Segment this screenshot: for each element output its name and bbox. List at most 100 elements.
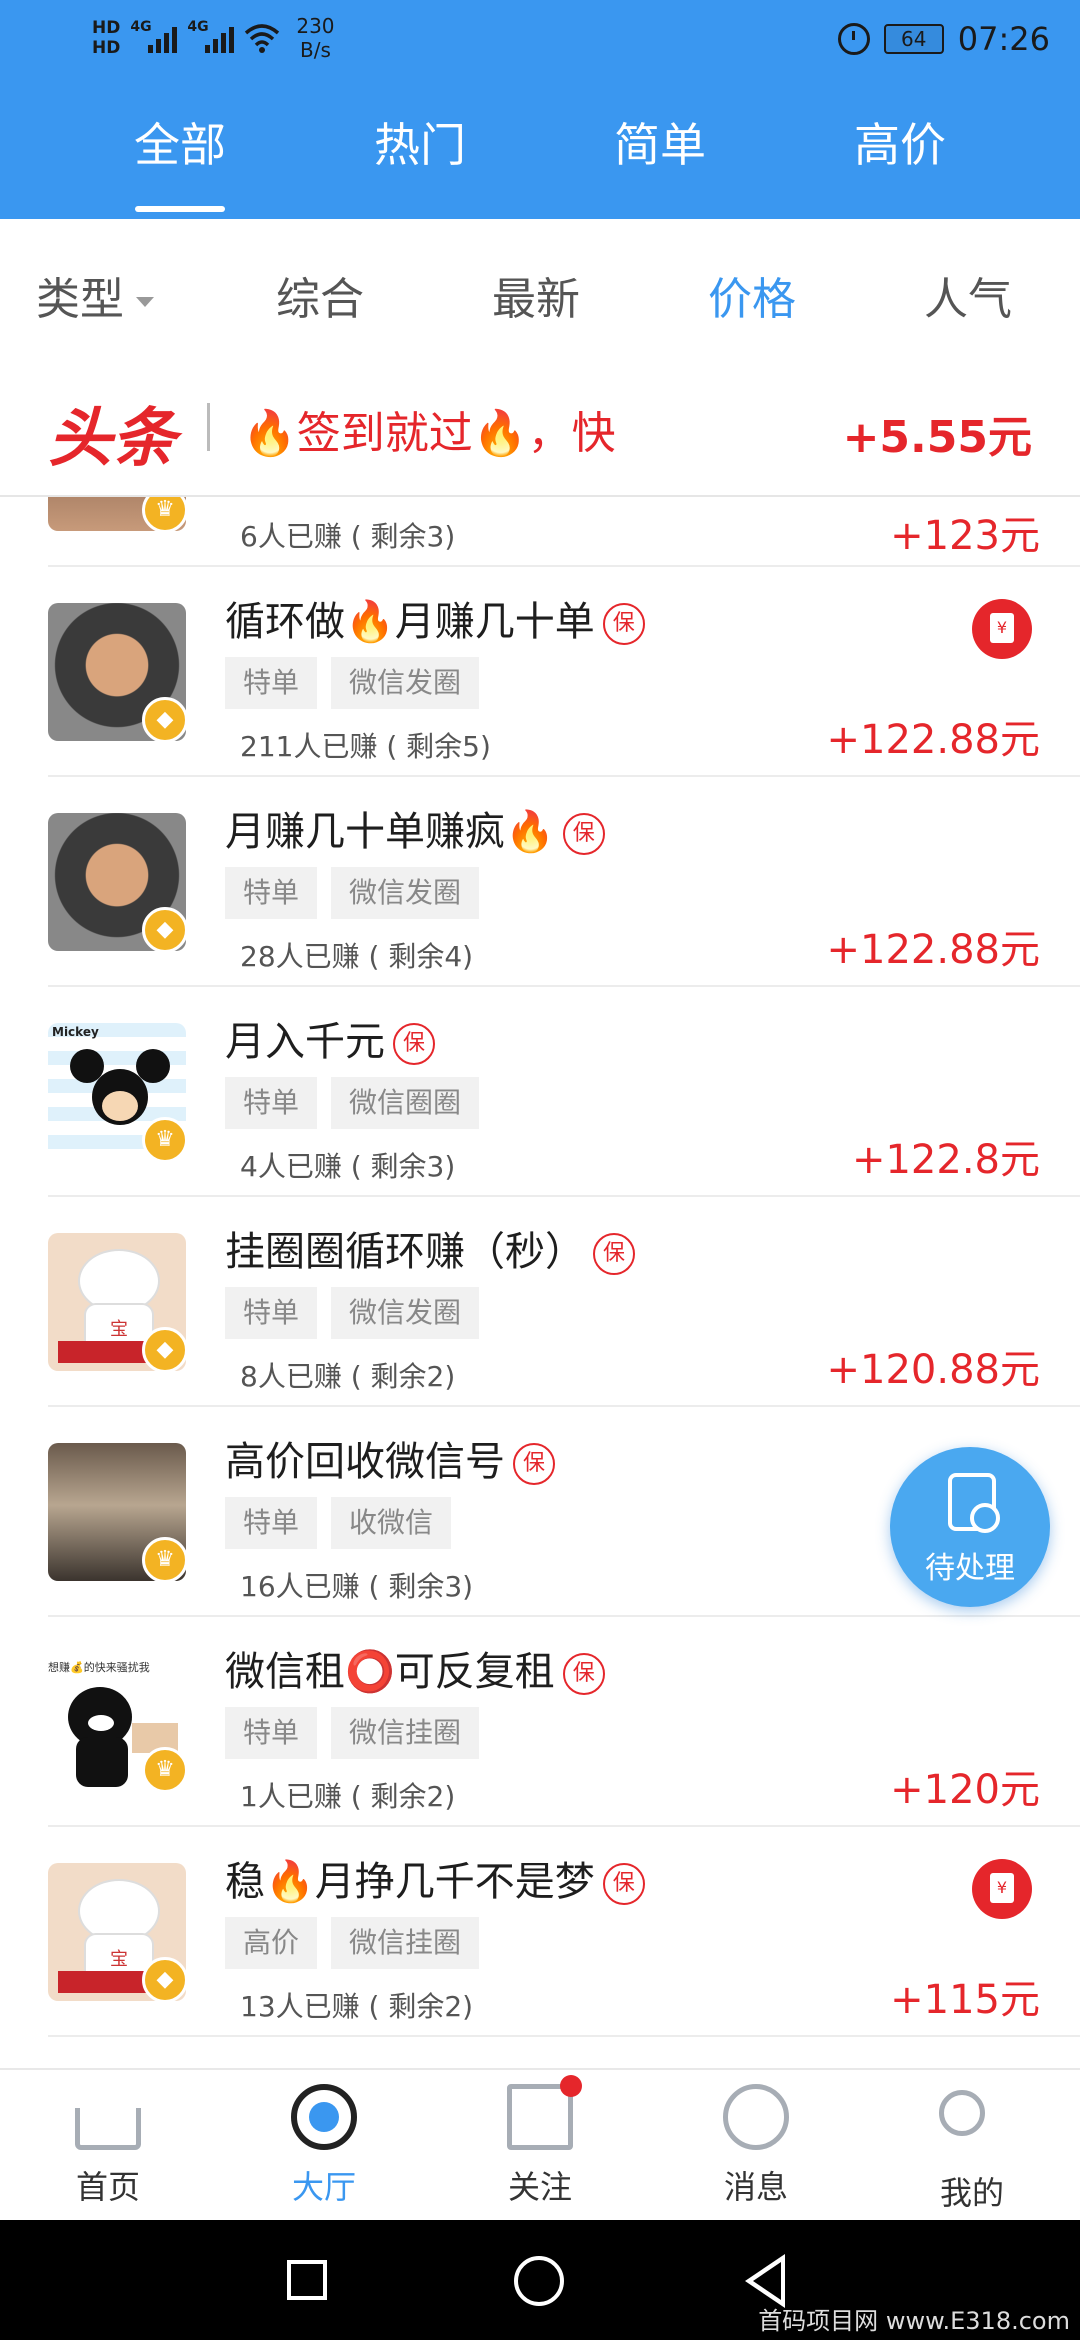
task-title-text: 月赚几十单赚疯🔥: [225, 809, 555, 855]
task-tags: 特单 微信圈圈: [225, 1077, 480, 1129]
task-row[interactable]: 想赚💰的快来骚扰我 ♛ 微信租⭕可反复租保 特单 微信挂圈 1人已赚 ( 剩余2…: [0, 1617, 1080, 1827]
back-triangle-icon[interactable]: [745, 2254, 785, 2308]
task-row[interactable]: 宝 ◆ 挂圈圈循环赚（秒）保 特单 微信发圈 8人已赚 ( 剩余2) +120.…: [0, 1197, 1080, 1407]
nav-profile[interactable]: 我的: [892, 2084, 1052, 2214]
hd1-label: HD: [92, 18, 121, 38]
toutiao-logo: 头条: [48, 402, 176, 476]
app-header: HD HD 4G 4G 230 B/s 64 07:26 全部 热门 简单 高价: [0, 0, 1080, 219]
guarantee-icon: 保: [562, 1653, 605, 1695]
hd-indicators: HD HD: [92, 18, 120, 58]
hd2-label: HD: [92, 38, 121, 58]
wifi-icon: [245, 24, 280, 53]
tab-high-price[interactable]: 高价: [810, 110, 990, 180]
category-tabs: 全部 热门 简单 高价: [0, 110, 1080, 220]
task-price: +120元: [890, 1767, 1040, 1813]
task-row[interactable]: 宝 ◆ 稳🔥月挣几千不是梦保 高价 微信挂圈 13人已赚 ( 剩余2) +115…: [0, 1827, 1080, 2037]
recent-apps-icon[interactable]: [287, 2260, 327, 2300]
task-title: 循环做🔥月赚几十单保: [225, 589, 645, 647]
task-row[interactable]: ◆ 循环做🔥月赚几十单保 特单 微信发圈 211人已赚 ( 剩余5) +122.…: [0, 567, 1080, 777]
task-title-text: 稳🔥月挣几千不是梦: [225, 1859, 595, 1905]
sort-popularity[interactable]: 人气: [924, 263, 1012, 327]
banner-divider: [207, 403, 210, 451]
system-nav-bar: 首码项目网 www.E318.com: [0, 2220, 1080, 2340]
task-tag: 微信发圈: [331, 657, 480, 709]
nav-hall[interactable]: 大厅: [244, 2084, 404, 2208]
banner-amount: +5.55元: [842, 412, 1032, 463]
speed-unit: B/s: [299, 38, 331, 62]
task-tags: 特单 微信发圈: [225, 867, 480, 919]
tab-simple[interactable]: 简单: [570, 110, 750, 180]
tab-all[interactable]: 全部: [90, 110, 270, 212]
alarm-icon: [837, 23, 870, 55]
sort-comprehensive[interactable]: 综合: [276, 263, 364, 327]
task-tag: 收微信: [331, 1497, 452, 1549]
bottom-nav: 首页 大厅 关注 消息 我的: [0, 2068, 1080, 2222]
task-title-text: 微信租⭕可反复租: [225, 1649, 555, 1695]
guarantee-icon: 保: [393, 1023, 435, 1065]
task-row[interactable]: Mickey ♛ 月入千元保 特单 微信圈圈 4人已赚 ( 剩余3) +122.…: [0, 987, 1080, 1197]
task-tags: 高价 微信挂圈: [225, 1917, 480, 1969]
red-envelope-icon: [972, 1859, 1032, 1919]
notification-dot: [560, 2075, 582, 2097]
task-tag: 微信发圈: [331, 1287, 480, 1339]
task-tag: 微信挂圈: [331, 1917, 480, 1969]
task-row[interactable]: ◆ 月赚几十单赚疯🔥 保 特单 微信发圈 28人已赚 ( 剩余4) +122.88…: [0, 777, 1080, 987]
task-price: +120.88元: [826, 1347, 1040, 1393]
hall-icon: [291, 2084, 357, 2150]
nav-follow[interactable]: 关注: [460, 2075, 620, 2208]
task-title: 月入千元保: [225, 1009, 435, 1067]
task-title: 高价回收微信号保: [225, 1429, 555, 1487]
tab-all-label: 全部: [134, 118, 226, 172]
watermark: 首码项目网 www.E318.com: [758, 2307, 1070, 2335]
guarantee-icon: 保: [593, 1233, 635, 1275]
promo-banner[interactable]: 头条 🔥签到就过🔥，快 +5.55元: [0, 357, 1080, 497]
nav-follow-label: 关注: [507, 2168, 572, 2206]
message-icon: [723, 2084, 789, 2150]
task-tag: 特单: [225, 1287, 318, 1339]
task-tag: 高价: [225, 1917, 318, 1969]
diamond-badge-icon: ◆: [142, 697, 188, 743]
tab-simple-label: 简单: [614, 118, 706, 172]
crown-badge-icon: ♛: [142, 1747, 188, 1793]
task-earned: 13人已赚 ( 剩余2): [240, 1990, 474, 2023]
task-title-text: 高价回收微信号: [225, 1439, 505, 1485]
home-circle-icon[interactable]: [514, 2256, 564, 2306]
nav-home[interactable]: 首页: [28, 2084, 188, 2208]
tab-hot-label: 热门: [374, 118, 466, 172]
type-dropdown[interactable]: 类型: [36, 263, 154, 327]
task-title: 微信租⭕可反复租保: [225, 1639, 605, 1697]
task-title-text: 挂圈圈循环赚（秒）: [225, 1229, 585, 1275]
sort-price[interactable]: 价格: [708, 263, 796, 327]
task-tag: 微信挂圈: [331, 1707, 480, 1759]
sort-newest-label: 最新: [492, 274, 580, 325]
task-earned: 8人已赚 ( 剩余2): [240, 1360, 456, 1393]
task-earned: 211人已赚 ( 剩余5): [240, 730, 491, 763]
diamond-badge-icon: ◆: [142, 907, 188, 953]
task-row[interactable]: ♛ 6人已赚 ( 剩余3) +123元: [0, 497, 1080, 567]
sort-comprehensive-label: 综合: [276, 274, 364, 325]
task-earned: 16人已赚 ( 剩余3): [240, 1570, 474, 1603]
task-list: ♛ 6人已赚 ( 剩余3) +123元 ◆ 循环做🔥月赚几十单保 特单 微信发圈…: [0, 497, 1080, 2057]
task-tags: 特单 微信发圈: [225, 1287, 480, 1339]
fab-label: 待处理: [925, 1551, 1015, 1586]
task-tag: 特单: [225, 867, 318, 919]
guarantee-icon: 保: [602, 1863, 645, 1905]
nav-profile-label: 我的: [939, 2174, 1004, 2212]
task-price: +122.88元: [826, 927, 1040, 973]
sort-popularity-label: 人气: [924, 274, 1012, 325]
crown-badge-icon: ♛: [142, 1537, 188, 1583]
status-left: HD HD 4G 4G 230 B/s: [92, 14, 335, 62]
status-right: 64 07:26: [837, 20, 1050, 58]
nav-messages-label: 消息: [723, 2168, 788, 2206]
task-title: 月赚几十单赚疯🔥 保: [225, 799, 605, 857]
net1-label: 4G: [130, 19, 152, 35]
tab-hot[interactable]: 热门: [330, 110, 510, 180]
pending-fab-button[interactable]: 待处理: [890, 1447, 1050, 1607]
kumamon-caption: 想赚💰的快来骚扰我: [48, 1661, 150, 1674]
task-title-text: 月入千元: [225, 1019, 385, 1065]
sort-newest[interactable]: 最新: [492, 263, 580, 327]
signal-1-icon: 4G: [130, 19, 178, 53]
crown-badge-icon: ♛: [142, 1117, 188, 1163]
nav-messages[interactable]: 消息: [676, 2084, 836, 2208]
task-tags: 特单 微信挂圈: [225, 1707, 480, 1759]
